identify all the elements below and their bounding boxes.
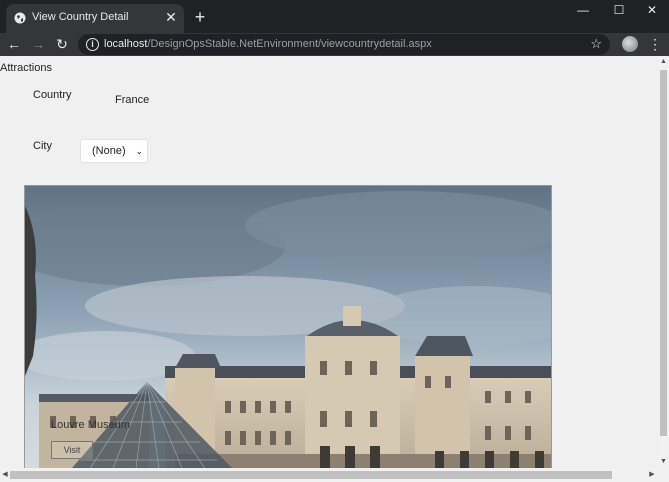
page-viewport: Attractions Country France City (None) ⌄ — [0, 56, 658, 468]
country-value: France — [115, 94, 150, 106]
city-select[interactable]: (None) ⌄ — [80, 139, 148, 163]
window-minimize-button[interactable]: — — [565, 0, 601, 20]
info-icon[interactable]: i — [86, 38, 99, 51]
url-text[interactable]: localhost/DesignOpsStable.NetEnvironment… — [104, 38, 432, 50]
scroll-up-icon[interactable]: ▲ — [658, 56, 669, 68]
window-maximize-button[interactable]: ☐ — [601, 0, 637, 20]
scroll-down-icon[interactable]: ▼ — [658, 456, 669, 468]
chevron-down-icon: ⌄ — [135, 146, 143, 156]
url-path: /DesignOpsStable.NetEnvironment/viewcoun… — [147, 38, 432, 50]
city-select-value: (None) — [92, 145, 126, 157]
new-tab-button[interactable]: + — [192, 8, 208, 26]
menu-kebab-icon[interactable]: ⋮ — [648, 36, 662, 52]
country-label: Country — [33, 89, 72, 101]
browser-toolbar: ← → ↻ i localhost/DesignOpsStable.NetEnv… — [0, 33, 669, 56]
scroll-left-icon[interactable]: ◀ — [0, 468, 10, 482]
horizontal-scrollbar[interactable]: ◀ ▶ — [0, 468, 669, 482]
profile-avatar[interactable] — [622, 36, 638, 52]
horizontal-scroll-thumb[interactable] — [10, 471, 612, 479]
visit-button[interactable]: Visit — [51, 441, 93, 459]
tab-title: View Country Detail — [32, 11, 129, 23]
window-close-button[interactable]: ✕ — [634, 0, 669, 20]
vertical-scrollbar[interactable]: ▲ ▼ — [658, 56, 669, 468]
address-bar[interactable]: i localhost/DesignOpsStable.NetEnvironme… — [78, 34, 610, 55]
vertical-scroll-thumb[interactable] — [660, 70, 667, 436]
bookmark-star-icon[interactable]: ☆ — [590, 36, 602, 52]
scroll-right-icon[interactable]: ▶ — [647, 468, 657, 482]
url-host: localhost — [104, 38, 148, 50]
reload-icon[interactable]: ↻ — [54, 36, 70, 52]
back-arrow-icon[interactable]: ← — [6, 36, 22, 52]
image-caption: Louvre Museum — [51, 419, 130, 431]
tab-close-icon[interactable]: ✕ — [164, 10, 178, 24]
page-heading: Attractions — [0, 62, 52, 74]
city-label: City — [33, 140, 52, 152]
browser-tab[interactable]: View Country Detail ✕ — [6, 4, 184, 33]
globe-icon — [14, 12, 26, 24]
forward-arrow-icon[interactable]: → — [30, 36, 46, 52]
browser-tabstrip: View Country Detail ✕ + — ☐ ✕ — [0, 0, 669, 33]
